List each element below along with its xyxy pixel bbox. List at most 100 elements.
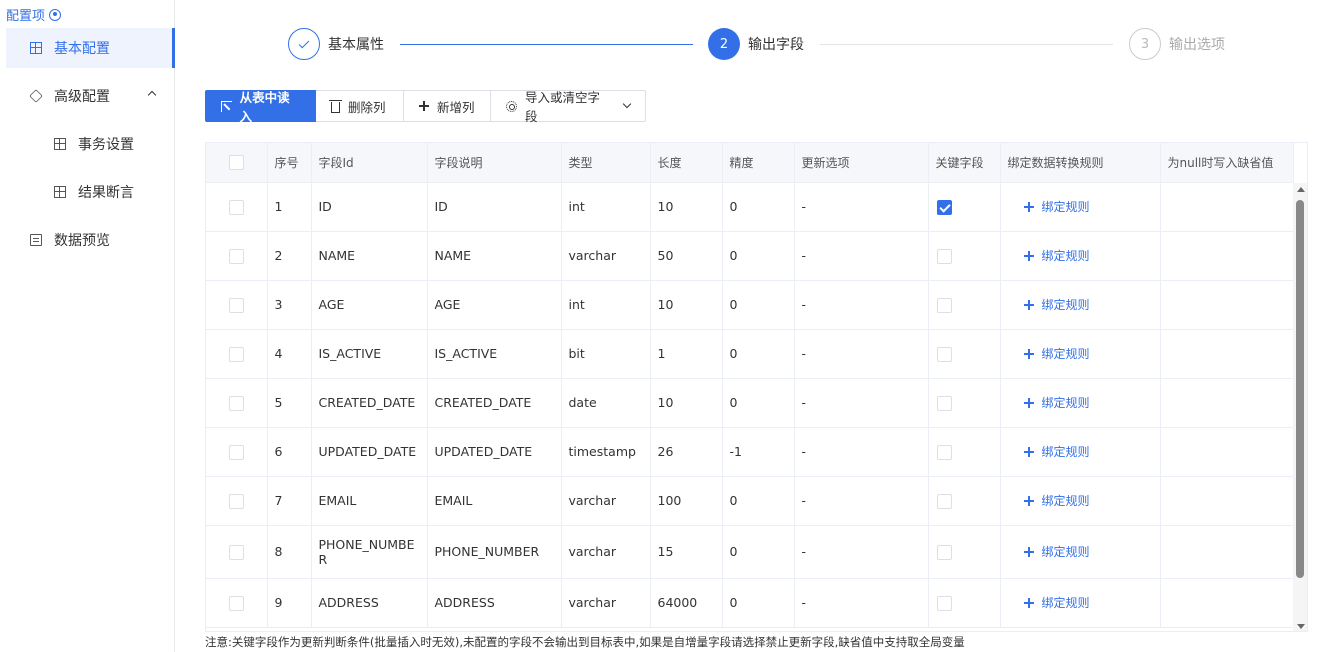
bind-rule-link[interactable]: 绑定规则 [1023,543,1090,560]
table-row[interactable]: 7 EMAIL EMAIL varchar 100 0- 绑定规则 [206,476,1294,526]
cell-key-field[interactable] [928,329,1001,379]
cell-null-default[interactable] [1160,182,1294,232]
grid-icon [30,42,42,54]
bind-rule-link[interactable]: 绑定规则 [1023,247,1090,264]
step-output-options[interactable]: 3 输出选项 [1129,28,1225,60]
table-row[interactable]: 8 PHONE_NUMBE R PHONE_NUMBER varchar 15 0- 绑定规… [206,525,1294,579]
row-select-checkbox[interactable] [228,395,244,411]
select-all-checkbox-cell[interactable] [206,143,268,183]
vertical-scrollbar[interactable] [1293,183,1307,631]
table-row[interactable]: 2 NAME NAME varchar 50 0- 绑定规则 [206,231,1294,281]
cell-type: timestamp [561,427,651,477]
table-row[interactable]: 3 AGE AGE int 10 0- 绑定规则 [206,280,1294,330]
row-select-cell[interactable] [206,378,268,428]
row-select-cell[interactable] [206,329,268,379]
key-field-checkbox[interactable] [936,493,952,509]
row-select-cell[interactable] [206,280,268,330]
scroll-down-arrow-icon[interactable] [1297,624,1305,629]
cell-null-default[interactable] [1160,427,1294,477]
sidebar-item-data-preview[interactable]: 数据预览 [6,220,175,260]
read-from-table-button[interactable]: 从表中读入 [205,90,316,124]
cell-key-field[interactable] [928,231,1001,281]
settings-icon[interactable] [49,8,62,21]
row-select-checkbox[interactable] [228,199,244,215]
cell-null-default[interactable] [1160,578,1294,628]
key-field-checkbox[interactable] [936,297,952,313]
cell-no: 3 [267,280,312,330]
row-select-cell[interactable] [206,427,268,477]
table-row[interactable]: 5 CREATED_DATE CREATED_DATE date 10 0- 绑定规则 [206,378,1294,428]
cell-null-default[interactable] [1160,378,1294,428]
cell-key-field[interactable] [928,476,1001,526]
add-column-button[interactable]: 新增列 [404,90,491,122]
bind-rule-link[interactable]: 绑定规则 [1023,394,1090,411]
bind-rule-link[interactable]: 绑定规则 [1023,198,1090,215]
sidebar-item-label: 事务设置 [78,137,134,153]
cell-null-default[interactable] [1160,525,1294,579]
sidebar-title[interactable]: 配置项 [6,5,62,24]
row-select-checkbox[interactable] [228,544,244,560]
sidebar-item-basic-config[interactable]: 基本配置 [6,28,175,68]
delete-column-button[interactable]: 删除列 [316,90,404,122]
plus-icon [1023,250,1034,261]
bind-rule-link[interactable]: 绑定规则 [1023,594,1090,611]
cell-desc: UPDATED_DATE [427,427,562,477]
cell-key-field[interactable] [928,525,1001,579]
table-row[interactable]: 9 ADDRESS ADDRESS varchar 64000 0- 绑定规则 [206,578,1294,628]
cell-null-default[interactable] [1160,329,1294,379]
import-or-clear-fields-dropdown[interactable]: 导入或清空字段 [491,90,646,124]
cell-key-field[interactable] [928,427,1001,477]
sidebar-item-advanced-config[interactable]: 高级配置 [6,76,175,116]
cell-length: 10 [650,280,723,330]
key-field-checkbox[interactable] [936,199,952,215]
cell-length: 10 [650,378,723,428]
sidebar-item-result-assertion[interactable]: 结果断言 [6,172,175,212]
row-select-checkbox[interactable] [228,444,244,460]
cell-null-default[interactable] [1160,280,1294,330]
row-select-cell[interactable] [206,182,268,232]
table-header-row: 序号 字段Id 字段说明 类型 长度 精度 更新选项 关键字段 绑定数据转换规则… [206,143,1294,183]
cell-key-field[interactable] [928,280,1001,330]
chevron-up-icon [147,90,157,100]
cell-key-field[interactable] [928,578,1001,628]
bind-rule-link[interactable]: 绑定规则 [1023,345,1090,362]
cell-key-field[interactable] [928,182,1001,232]
key-field-checkbox[interactable] [936,346,952,362]
table-row[interactable]: 1 ID ID int 10 0- 绑定规则 [206,182,1294,232]
cell-update: - [794,525,929,579]
bind-rule-link[interactable]: 绑定规则 [1023,443,1090,460]
row-select-cell[interactable] [206,476,268,526]
step-output-fields[interactable]: 2 输出字段 [708,28,804,60]
scroll-up-arrow-icon[interactable] [1297,187,1305,192]
key-field-checkbox[interactable] [936,248,952,264]
row-select-cell[interactable] [206,231,268,281]
select-all-checkbox[interactable] [228,154,244,170]
cell-null-default[interactable] [1160,231,1294,281]
key-field-checkbox[interactable] [936,595,952,611]
row-select-cell[interactable] [206,578,268,628]
key-field-checkbox[interactable] [936,544,952,560]
cell-id: UPDATED_DATE [311,427,428,477]
row-select-checkbox[interactable] [228,595,244,611]
cell-null-default[interactable] [1160,476,1294,526]
row-select-checkbox[interactable] [228,493,244,509]
table-row[interactable]: 6 UPDATED_DATE UPDATED_DATE timestamp 26 -1- 绑… [206,427,1294,477]
cell-id: AGE [311,280,428,330]
bind-rule-link[interactable]: 绑定规则 [1023,296,1090,313]
row-select-cell[interactable] [206,525,268,579]
bind-rule-link[interactable]: 绑定规则 [1023,492,1090,509]
key-field-checkbox[interactable] [936,444,952,460]
row-select-checkbox[interactable] [228,297,244,313]
cell-key-field[interactable] [928,378,1001,428]
gear-icon [506,100,517,112]
step-connector [820,44,1113,45]
column-header: 字段Id [311,143,428,183]
row-select-checkbox[interactable] [228,346,244,362]
key-field-checkbox[interactable] [936,395,952,411]
table-row[interactable]: 4 IS_ACTIVE IS_ACTIVE bit 1 0- 绑定规则 [206,329,1294,379]
row-select-checkbox[interactable] [228,248,244,264]
bind-rule-label: 绑定规则 [1041,396,1090,410]
scrollbar-thumb[interactable] [1296,200,1304,578]
step-basic-properties[interactable]: 基本属性 [288,28,384,60]
sidebar-item-transaction-settings[interactable]: 事务设置 [6,124,175,164]
